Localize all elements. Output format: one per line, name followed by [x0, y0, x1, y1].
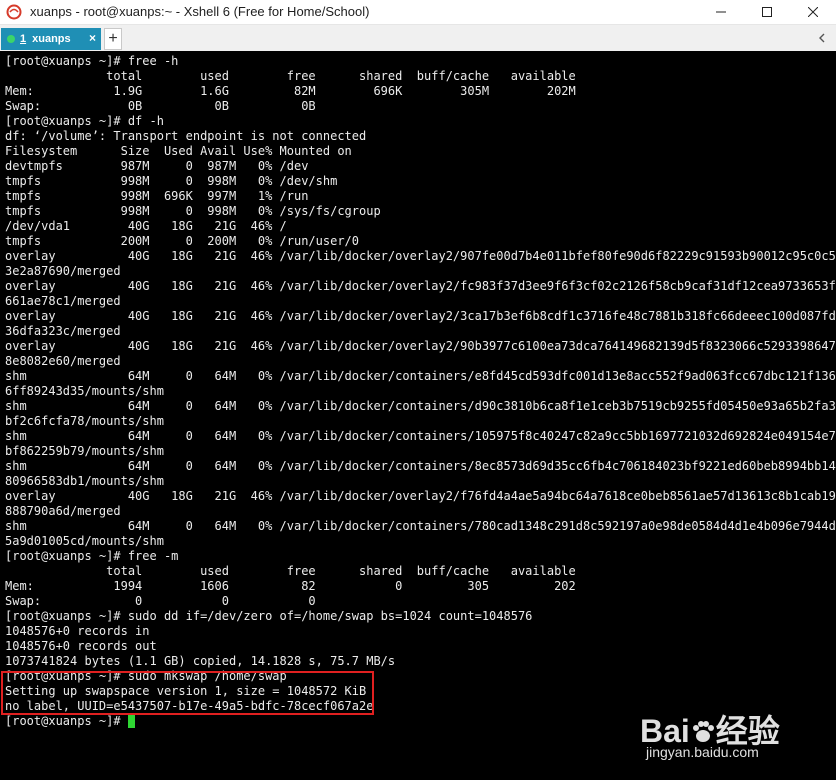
terminal-line: 6ff89243d35/mounts/shm — [5, 384, 164, 398]
maximize-button[interactable] — [744, 0, 790, 24]
terminal-line: [root@xuanps ~]# sudo dd if=/dev/zero of… — [5, 609, 533, 623]
terminal-cursor — [127, 715, 135, 728]
terminal-line: [root@xuanps ~]# df -h — [5, 114, 164, 128]
terminal-line: overlay 40G 18G 21G 46% /var/lib/docker/… — [5, 249, 836, 263]
terminal-line: [root@xuanps ~]# free -h — [5, 54, 179, 68]
terminal-line: 36dfa323c/merged — [5, 324, 121, 338]
terminal-line: Mem: 1.9G 1.6G 82M 696K 305M 202M — [5, 84, 576, 98]
chevron-left-icon — [819, 33, 825, 43]
terminal-line: 888790a6d/merged — [5, 504, 121, 518]
terminal-line: overlay 40G 18G 21G 46% /var/lib/docker/… — [5, 339, 836, 353]
terminal-line: df: ‘/volume’: Transport endpoint is not… — [5, 129, 367, 143]
add-tab-button[interactable]: + — [104, 28, 122, 50]
terminal-line: tmpfs 998M 0 998M 0% /sys/fs/cgroup — [5, 204, 381, 218]
terminal-line: shm 64M 0 64M 0% /var/lib/docker/contain… — [5, 399, 836, 413]
window-title: xuanps - root@xuanps:~ - Xshell 6 (Free … — [30, 4, 370, 19]
terminal-line: overlay 40G 18G 21G 46% /var/lib/docker/… — [5, 309, 836, 323]
terminal-line: overlay 40G 18G 21G 46% /var/lib/docker/… — [5, 279, 836, 293]
terminal-line: overlay 40G 18G 21G 46% /var/lib/docker/… — [5, 489, 836, 503]
maximize-icon — [762, 7, 772, 17]
connection-status-dot — [7, 35, 15, 43]
terminal-line: shm 64M 0 64M 0% /var/lib/docker/contain… — [5, 369, 836, 383]
terminal-line: 3e2a87690/merged — [5, 264, 121, 278]
terminal-output: [root@xuanps ~]# free -h total used free… — [5, 54, 836, 729]
minimize-icon — [716, 11, 726, 13]
terminal-line: tmpfs 998M 696K 997M 1% /run — [5, 189, 309, 203]
terminal-line: total used free shared buff/cache availa… — [5, 564, 576, 578]
terminal-line: 1048576+0 records in — [5, 624, 150, 638]
terminal-line: tmpfs 200M 0 200M 0% /run/user/0 — [5, 234, 360, 248]
terminal-line: Mem: 1994 1606 82 0 305 202 — [5, 579, 576, 593]
terminal-line: shm 64M 0 64M 0% /var/lib/docker/contain… — [5, 519, 836, 533]
terminal-line: 661ae78c1/merged — [5, 294, 121, 308]
terminal-line: [root@xuanps ~]# free -m — [5, 549, 179, 563]
terminal-line: tmpfs 998M 0 998M 0% /dev/shm — [5, 174, 338, 188]
close-icon — [808, 7, 818, 17]
terminal-line: 1048576+0 records out — [5, 639, 157, 653]
terminal-line: Swap: 0 0 0 — [5, 594, 316, 608]
baidu-paw-icon — [692, 721, 714, 742]
tab-bar: 1 xuanps × + — [0, 25, 836, 52]
tab-label: xuanps — [32, 33, 71, 45]
terminal-line: shm 64M 0 64M 0% /var/lib/docker/contain… — [5, 459, 836, 473]
baidu-jingyan-watermark: Bai 经验 jingyan.baidu.com — [640, 706, 830, 776]
watermark-url: jingyan.baidu.com — [646, 744, 759, 760]
terminal-line: /dev/vda1 40G 18G 21G 46% / — [5, 219, 287, 233]
terminal-line: devtmpfs 987M 0 987M 0% /dev — [5, 159, 309, 173]
minimize-button[interactable] — [698, 0, 744, 24]
terminal-line: Swap: 0B 0B 0B — [5, 99, 316, 113]
terminal-line: total used free shared buff/cache availa… — [5, 69, 576, 83]
terminal-line: bf2c6fcfa78/mounts/shm — [5, 414, 164, 428]
tab-number: 1 — [20, 33, 27, 45]
xshell-app-icon[interactable] — [6, 4, 22, 20]
terminal-line: 8e8082e60/merged — [5, 354, 121, 368]
tab-xuanps[interactable]: 1 xuanps × — [1, 28, 101, 50]
terminal-line: Filesystem Size Used Avail Use% Mounted … — [5, 144, 352, 158]
tab-close-icon[interactable]: × — [89, 31, 96, 45]
highlight-annotation — [1, 671, 374, 715]
terminal-line: bf862259b79/mounts/shm — [5, 444, 164, 458]
close-button[interactable] — [790, 0, 836, 24]
tab-list-button[interactable] — [814, 29, 830, 47]
terminal-line: shm 64M 0 64M 0% /var/lib/docker/contain… — [5, 429, 836, 443]
terminal-line: 5a9d01005cd/mounts/shm — [5, 534, 164, 548]
terminal-line: 80966583db1/mounts/shm — [5, 474, 164, 488]
title-bar[interactable]: xuanps - root@xuanps:~ - Xshell 6 (Free … — [0, 0, 836, 25]
terminal-line: 1073741824 bytes (1.1 GB) copied, 14.182… — [5, 654, 396, 668]
